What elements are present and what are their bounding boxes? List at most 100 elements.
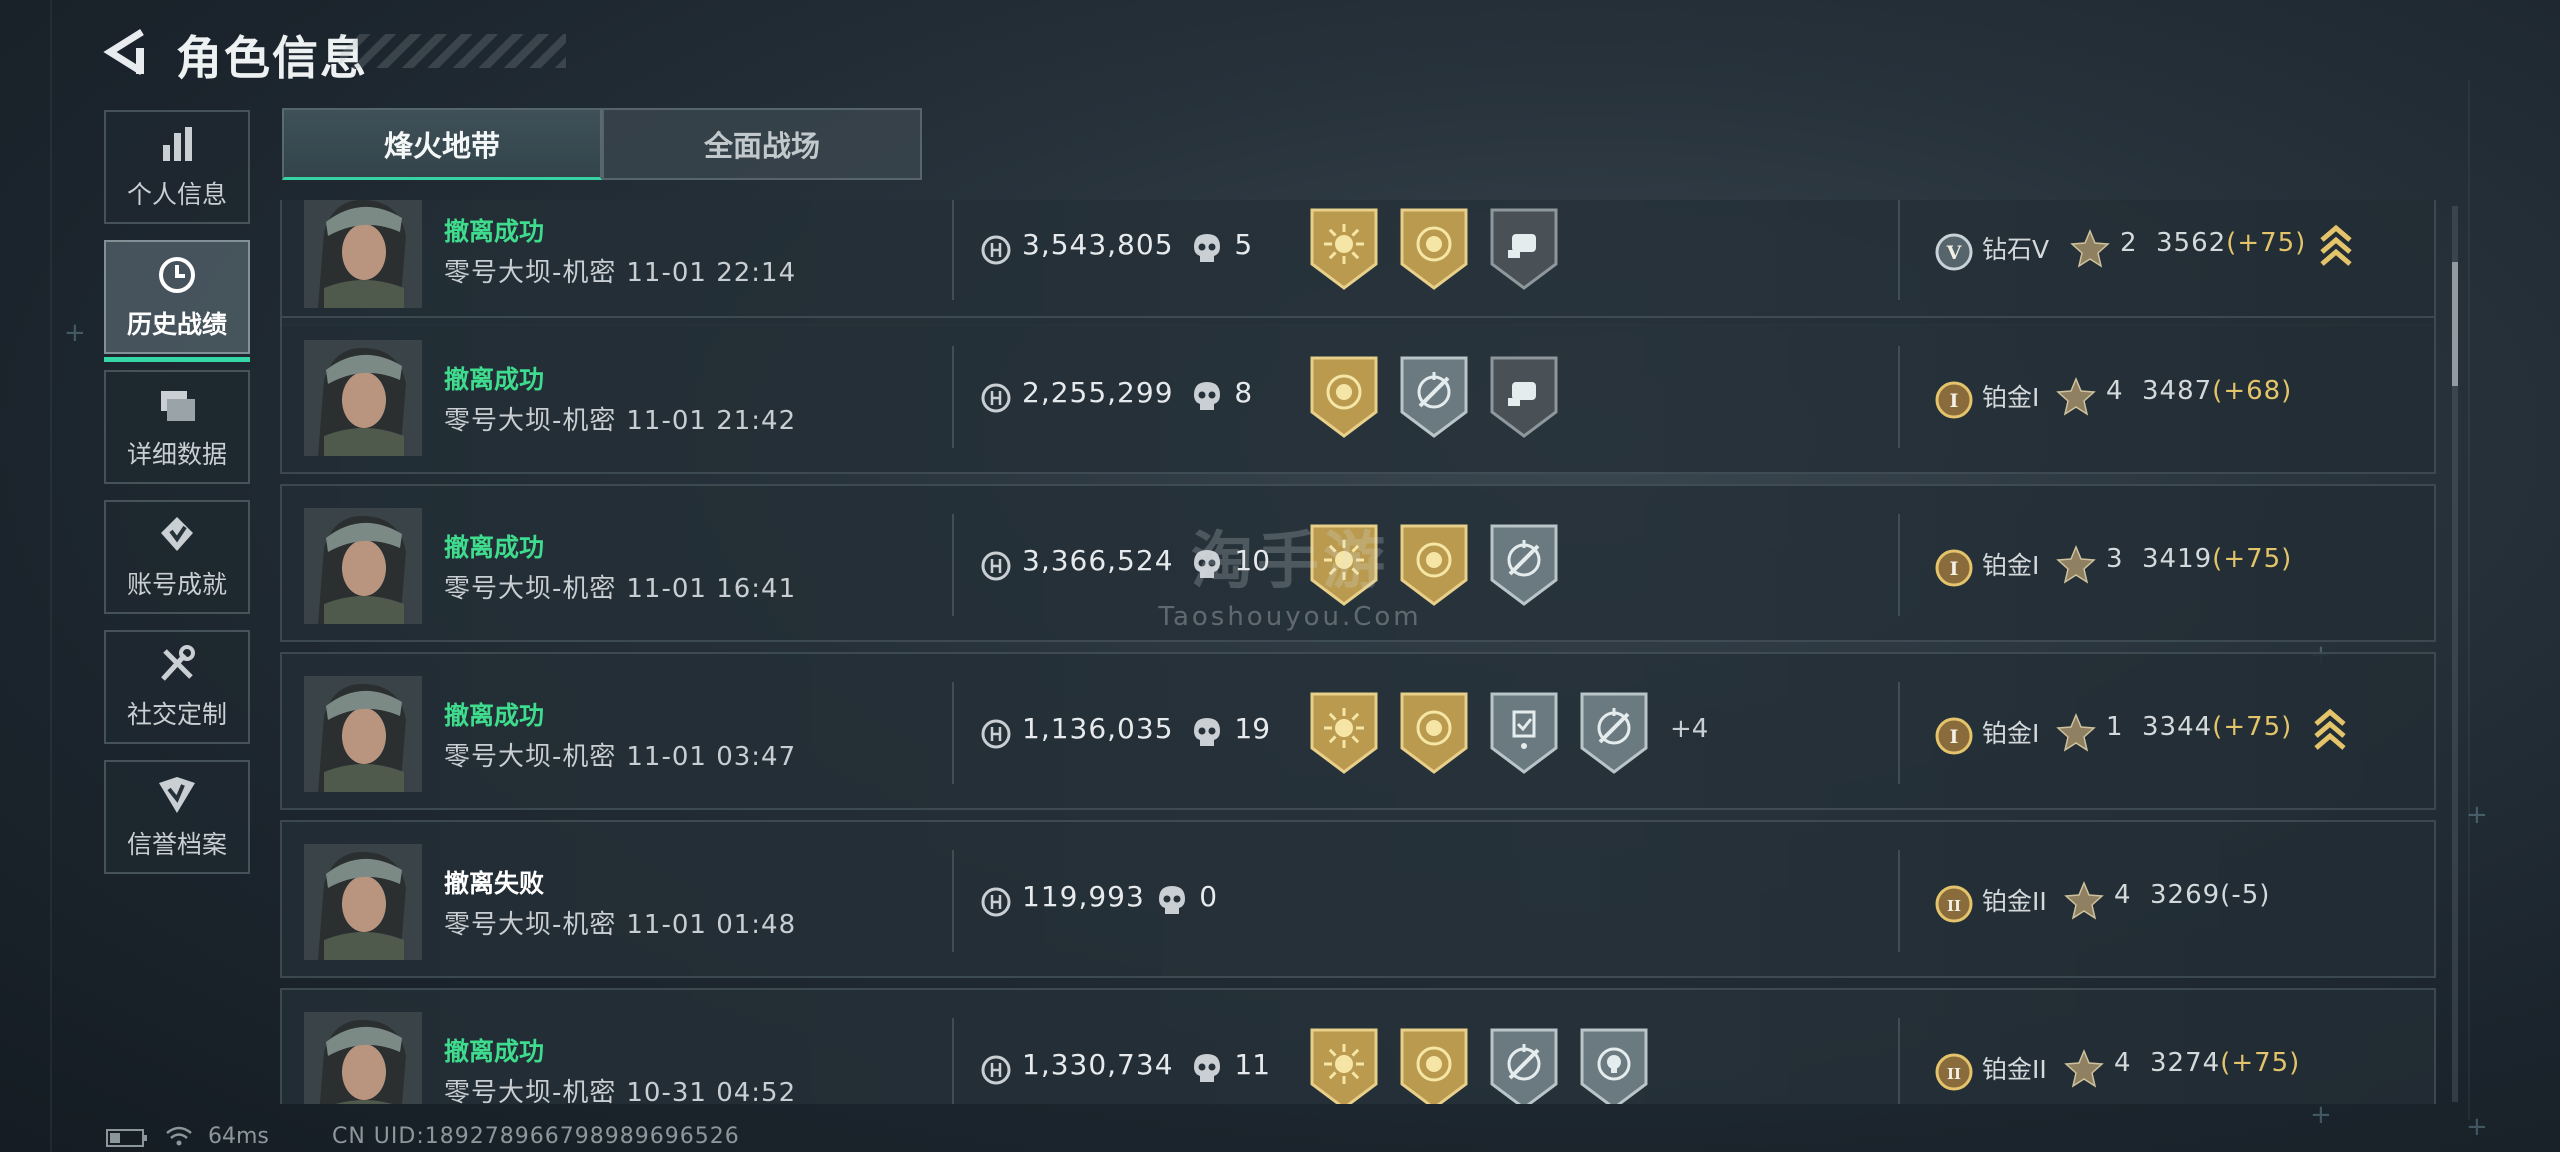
mode-tabs: 烽火地带 全面战场 bbox=[282, 108, 922, 180]
gold-emblem-badge[interactable] bbox=[1398, 206, 1470, 292]
match-row[interactable]: 撤离成功 零号大坝-机密 11-01 21:42 2,255,299 8 I 铂金I 4 348… bbox=[280, 316, 2436, 474]
gold-sun-badge[interactable] bbox=[1308, 690, 1380, 776]
svg-text:I: I bbox=[1950, 558, 1959, 580]
battery-icon bbox=[106, 1129, 147, 1147]
divider bbox=[952, 346, 954, 448]
tab-hazard-zone[interactable]: 烽火地带 bbox=[282, 108, 602, 180]
scrollbar[interactable] bbox=[2452, 206, 2458, 1102]
match-row[interactable]: 撤离失败 零号大坝-机密 11-01 01:48 119,993 0 II 铂金II 4 326… bbox=[280, 820, 2436, 978]
dark-fist-badge[interactable] bbox=[1488, 206, 1560, 292]
bg-plus-decoration: + bbox=[2466, 1112, 2488, 1142]
dark-fist-badge[interactable] bbox=[1488, 354, 1560, 440]
score-value: 3487 bbox=[2142, 376, 2213, 406]
sidebar-item-personal-info[interactable]: 个人信息 bbox=[104, 110, 250, 224]
score-value: 3274 bbox=[2150, 1048, 2221, 1078]
loot-value: 119,993 bbox=[1022, 880, 1145, 913]
sidebar-item-label: 详细数据 bbox=[126, 440, 227, 469]
achievement-icon bbox=[161, 517, 193, 551]
operator-avatar bbox=[304, 200, 422, 308]
divider bbox=[952, 1018, 954, 1104]
sidebar-item-label: 历史战绩 bbox=[126, 310, 227, 339]
back-arrow-icon[interactable] bbox=[102, 26, 154, 78]
svg-text:II: II bbox=[1947, 1065, 1961, 1083]
score-value: 3419 bbox=[2142, 544, 2213, 574]
match-info: 零号大坝-机密 10-31 04:52 bbox=[444, 1072, 796, 1104]
silver-crosshair-badge[interactable] bbox=[1578, 690, 1650, 776]
scrollbar-thumb[interactable] bbox=[2452, 262, 2458, 386]
gold-emblem-badge[interactable] bbox=[1398, 1026, 1470, 1104]
silver-crosshair-badge[interactable] bbox=[1398, 354, 1470, 440]
match-datetime: 10-31 04:52 bbox=[626, 1078, 797, 1104]
star-icon bbox=[2056, 545, 2096, 584]
coin-icon bbox=[981, 235, 1011, 265]
rank-tier-icon: I bbox=[1935, 549, 1973, 587]
coin-icon bbox=[981, 551, 1011, 581]
skull-icon bbox=[1159, 886, 1186, 914]
score-value: 3562 bbox=[2156, 228, 2227, 258]
star-icon bbox=[2056, 713, 2096, 752]
star-count: 4 bbox=[2106, 376, 2123, 406]
kill-count: 19 bbox=[1234, 712, 1271, 745]
rank-up-chevron-icon bbox=[2314, 708, 2346, 750]
match-row[interactable]: 撤离成功 零号大坝-机密 10-31 04:52 1,330,734 11 II 铂金II 4… bbox=[280, 988, 2436, 1104]
uid-text: CN UID:189278966798989696526 bbox=[332, 1124, 740, 1149]
extraction-status: 撤离失败 bbox=[444, 869, 545, 898]
rank-tier-icon: II bbox=[1935, 1053, 1973, 1091]
gold-sun-badge[interactable] bbox=[1308, 1026, 1380, 1104]
gold-sun-badge[interactable] bbox=[1308, 522, 1380, 608]
skull-icon bbox=[1194, 234, 1221, 262]
match-datetime: 11-01 01:48 bbox=[626, 910, 797, 940]
skull-icon bbox=[1194, 550, 1221, 578]
divider bbox=[1898, 1018, 1900, 1104]
rank-tier-icon: II bbox=[1935, 885, 1973, 923]
svg-text:II: II bbox=[1947, 897, 1961, 915]
star-icon bbox=[2064, 881, 2104, 920]
loot-value: 3,543,805 bbox=[1022, 228, 1174, 261]
rank-name: 铂金II bbox=[1982, 1055, 2047, 1084]
sidebar-item-reputation[interactable]: 信誉档案 bbox=[104, 760, 250, 874]
star-count: 2 bbox=[2120, 228, 2137, 258]
silver-crosshair-badge[interactable] bbox=[1488, 522, 1560, 608]
sidebar-item-achievements[interactable]: 账号成就 bbox=[104, 500, 250, 614]
loot-value: 3,366,524 bbox=[1022, 544, 1174, 577]
kill-count: 0 bbox=[1199, 880, 1218, 913]
wifi-icon bbox=[166, 1126, 192, 1146]
sidebar-item-social[interactable]: 社交定制 bbox=[104, 630, 250, 744]
rank-name: 钻石V bbox=[1982, 235, 2050, 264]
loot-value: 2,255,299 bbox=[1022, 376, 1174, 409]
divider bbox=[952, 200, 954, 300]
rank-score: 3419(+75) bbox=[2142, 544, 2292, 574]
bg-plus-decoration: + bbox=[2310, 1100, 2332, 1130]
score-value: 3344 bbox=[2142, 712, 2213, 742]
tab-full-battlefield[interactable]: 全面战场 bbox=[602, 108, 922, 180]
sidebar-item-detailed-data[interactable]: 详细数据 bbox=[104, 370, 250, 484]
svg-text:I: I bbox=[1950, 726, 1959, 748]
bar-chart-icon bbox=[163, 127, 192, 161]
gold-emblem-badge[interactable] bbox=[1308, 354, 1380, 440]
match-row[interactable]: 撤离成功 零号大坝-机密 11-01 22:14 3,543,805 5 V 钻石V 2 356… bbox=[280, 200, 2436, 326]
silver-skull-target-badge[interactable] bbox=[1578, 1026, 1650, 1104]
rank-name: 铂金I bbox=[1982, 383, 2040, 412]
rank-score: 3562(+75) bbox=[2156, 228, 2306, 258]
gold-emblem-badge[interactable] bbox=[1398, 690, 1470, 776]
bg-frame-line bbox=[50, 0, 52, 1152]
operator-avatar bbox=[304, 844, 422, 960]
extraction-status: 撤离成功 bbox=[444, 701, 545, 730]
bg-plus-decoration: + bbox=[64, 318, 86, 348]
silver-crosshair-badge[interactable] bbox=[1488, 1026, 1560, 1104]
sidebar-item-history[interactable]: 历史战绩 bbox=[104, 240, 250, 362]
match-row[interactable]: 撤离成功 零号大坝-机密 11-01 03:47 1,136,035 19 +4 I 铂金I 1… bbox=[280, 652, 2436, 810]
folder-icon bbox=[161, 391, 195, 421]
coin-icon bbox=[981, 719, 1011, 749]
rank-score: 3487(+68) bbox=[2142, 376, 2292, 406]
more-badges-count[interactable]: +4 bbox=[1670, 714, 1708, 744]
silver-clipboard-badge[interactable] bbox=[1488, 690, 1560, 776]
divider bbox=[1898, 200, 1900, 300]
match-row[interactable]: 撤离成功 零号大坝-机密 11-01 16:41 3,366,524 10 I 铂金I 3 34… bbox=[280, 484, 2436, 642]
extraction-status: 撤离成功 bbox=[444, 533, 545, 562]
gold-emblem-badge[interactable] bbox=[1398, 522, 1470, 608]
sidebar-item-label: 信誉档案 bbox=[126, 830, 227, 859]
svg-text:V: V bbox=[1946, 242, 1963, 264]
skull-icon bbox=[1194, 1054, 1221, 1082]
gold-sun-badge[interactable] bbox=[1308, 206, 1380, 292]
